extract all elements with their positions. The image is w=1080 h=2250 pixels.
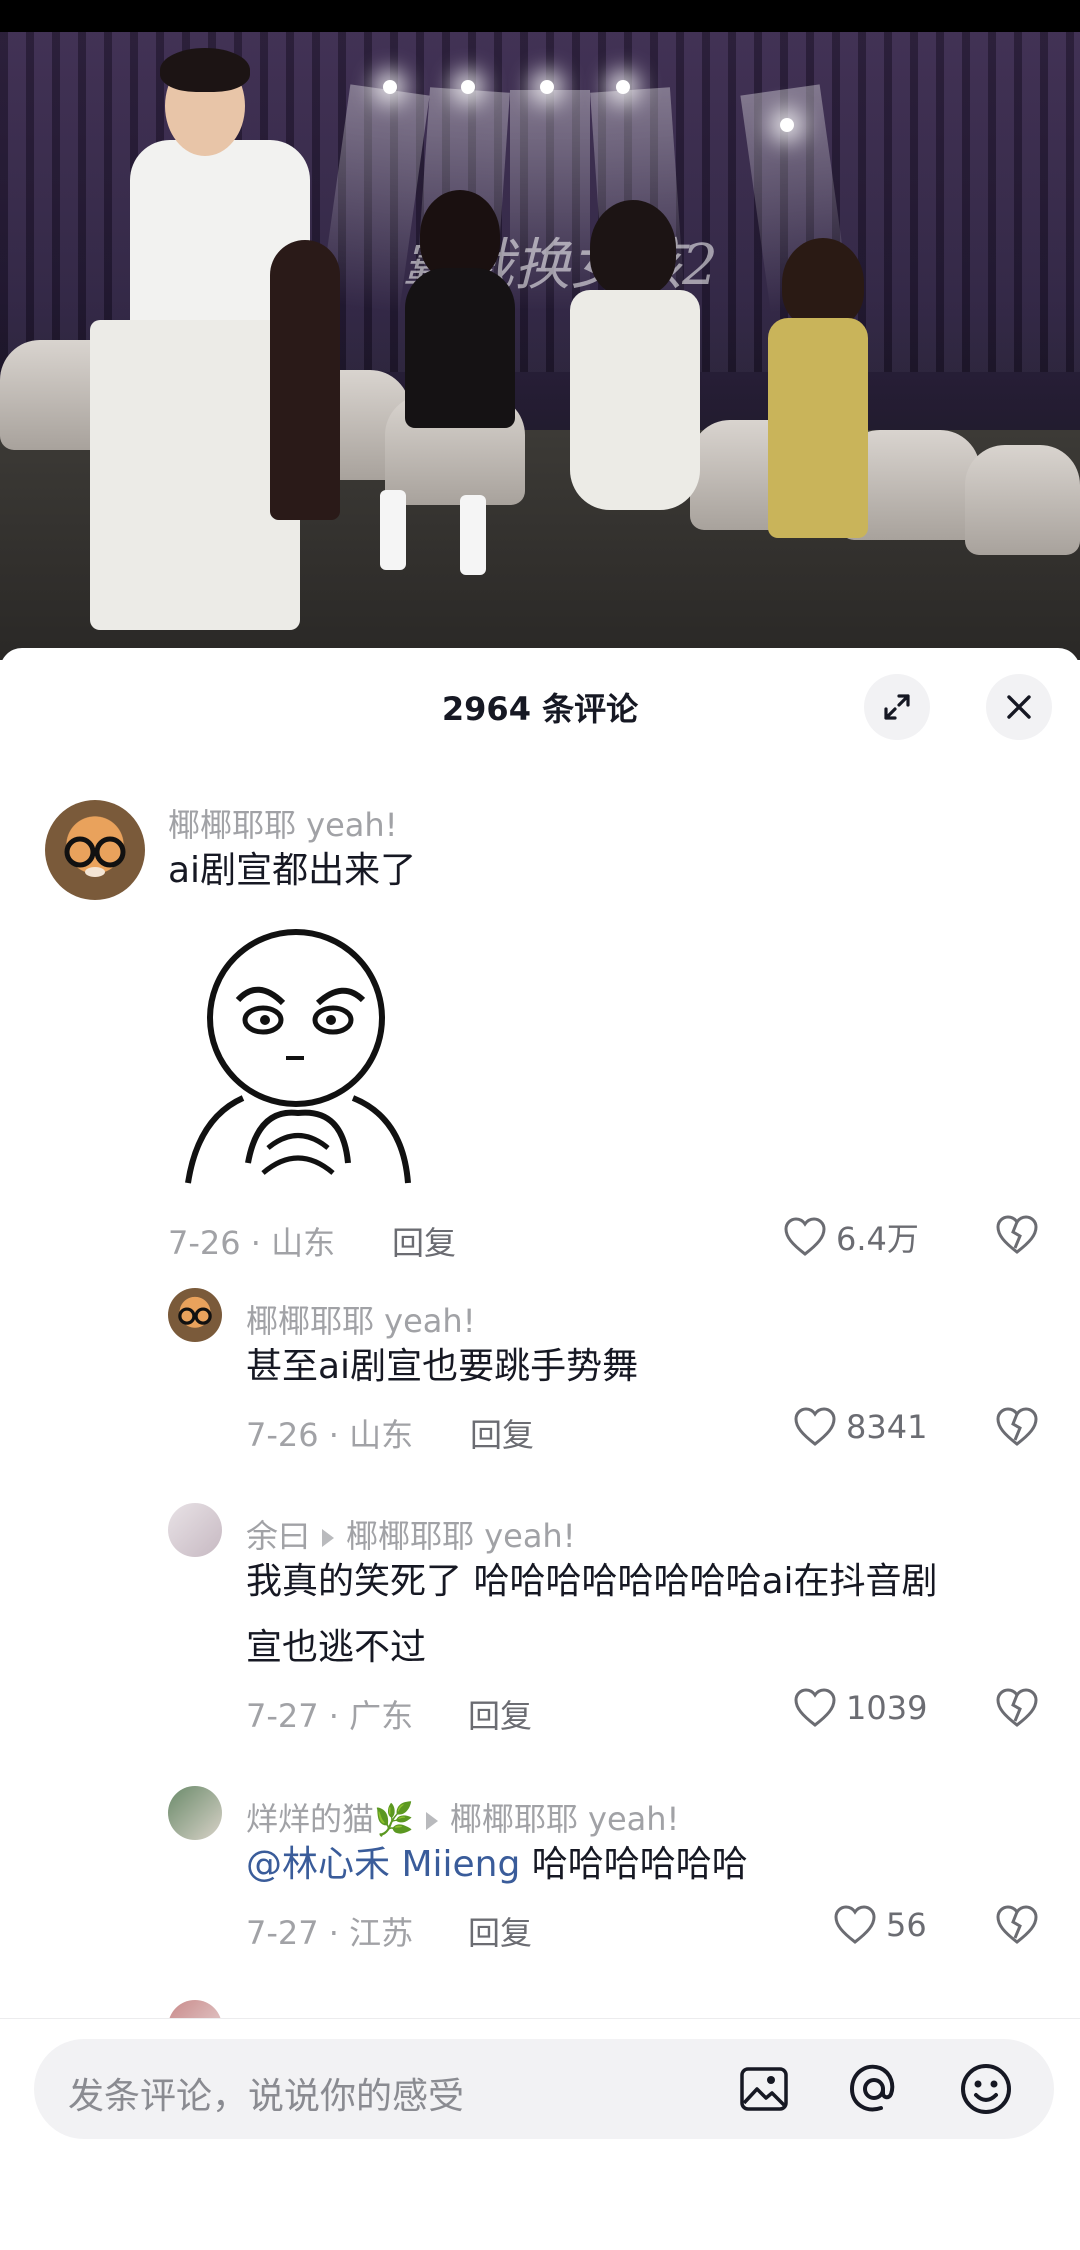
dancer-hair xyxy=(782,238,864,328)
dancer-black-dress xyxy=(405,268,515,428)
comment-date-location: 7-27 · 江苏 xyxy=(246,1914,414,1952)
broken-heart-icon xyxy=(996,1688,1038,1727)
comment-sticker-image[interactable] xyxy=(168,908,448,1188)
reply-button[interactable]: 回复 xyxy=(468,1691,532,1737)
dislike-button[interactable] xyxy=(994,1904,1040,1950)
heart-icon xyxy=(784,1217,826,1256)
comment-input[interactable]: 发条评论，说说你的感受 xyxy=(34,2039,1054,2139)
comment-text: ai剧宣都出来了 xyxy=(168,850,417,891)
image-button[interactable] xyxy=(736,2061,792,2117)
video-player[interactable]: 霸裁换女孩2 xyxy=(0,0,1080,660)
dancer-hair xyxy=(160,48,250,92)
dancer-background xyxy=(270,240,340,520)
cat-glasses-avatar-icon xyxy=(178,1307,212,1325)
reply-arrow-icon xyxy=(322,1529,335,1547)
like-count: 56 xyxy=(886,1906,927,1944)
reply-item: 椰椰耶耶 yeah! 甚至ai剧宣也要跳手势舞 7-26 · 山东 回复 834… xyxy=(0,1288,1080,1488)
smiley-icon xyxy=(961,2064,1011,2114)
stage-spotlight xyxy=(461,80,475,94)
sticker-face-icon xyxy=(185,929,411,1184)
stage-spotlight xyxy=(616,80,630,94)
like-count: 8341 xyxy=(846,1408,928,1446)
comment-text: 宣也逃不过 xyxy=(246,1627,427,1668)
dancer-yellow-dress xyxy=(768,318,868,538)
avatar[interactable] xyxy=(45,800,145,900)
dislike-button[interactable] xyxy=(994,1687,1040,1733)
dancer-boot xyxy=(460,495,486,575)
emoji-button[interactable] xyxy=(958,2061,1014,2117)
reply-button[interactable]: 回复 xyxy=(470,1410,534,1456)
stage-spotlight xyxy=(540,80,554,94)
user-mention-link[interactable]: @林心禾 Miieng xyxy=(246,1844,520,1885)
expand-button[interactable] xyxy=(864,674,930,740)
mention-button[interactable] xyxy=(846,2061,902,2117)
dancer-hair xyxy=(590,200,676,296)
comment-text-line: @林心禾 Miieng 哈哈哈哈哈哈 xyxy=(246,1832,748,1898)
broken-heart-icon xyxy=(996,1905,1038,1944)
dancer-boot xyxy=(380,490,406,570)
comment-sheet: 2964 条评论 椰椰耶耶 yeah! ai剧宣都出来了 7-26 · 山东 回… xyxy=(0,648,1080,2250)
expand-icon xyxy=(884,694,910,720)
heart-icon xyxy=(794,1407,836,1446)
chair xyxy=(965,445,1080,555)
stage-spotlight xyxy=(383,80,397,94)
image-icon xyxy=(740,2067,788,2111)
comment-item: 椰椰耶耶 yeah! ai剧宣都出来了 7-26 · 山东 回复 6.4万 xyxy=(0,788,1080,1348)
comment-input-placeholder: 发条评论，说说你的感受 xyxy=(68,2076,465,2117)
reply-item: 余曰 椰椰耶耶 yeah! 我真的笑死了 哈哈哈哈哈哈哈哈ai在抖音剧 宣也逃不过… xyxy=(0,1503,1080,1773)
broken-heart-icon xyxy=(996,1215,1038,1254)
avatar[interactable] xyxy=(168,1503,222,1557)
dislike-button[interactable] xyxy=(994,1406,1040,1452)
comment-date-location: 7-26 · 山东 xyxy=(246,1416,414,1454)
broken-heart-icon xyxy=(996,1407,1038,1446)
dancer-white-dress xyxy=(570,290,700,510)
like-button[interactable]: 8341 xyxy=(792,1406,927,1448)
like-count: 1039 xyxy=(846,1689,928,1727)
at-sign-icon xyxy=(849,2064,895,2112)
avatar[interactable] xyxy=(168,1786,222,1840)
heart-icon xyxy=(834,1905,876,1944)
close-button[interactable] xyxy=(986,674,1052,740)
comment-date-location: 7-27 · 广东 xyxy=(246,1697,414,1735)
comment-text: 我真的笑死了 哈哈哈哈哈哈哈哈ai在抖音剧 xyxy=(246,1561,938,1602)
comment-date-location: 7-26 · 山东 xyxy=(168,1224,336,1262)
comment-sheet-header: 2964 条评论 xyxy=(0,648,1080,758)
close-icon xyxy=(1007,695,1031,719)
dancer-hair xyxy=(420,190,500,280)
comment-text: 哈哈哈哈哈哈 xyxy=(520,1844,748,1885)
dislike-button[interactable] xyxy=(994,1214,1040,1260)
dancer-man-legs xyxy=(90,320,300,630)
heart-icon xyxy=(794,1688,836,1727)
reply-button[interactable]: 回复 xyxy=(392,1218,456,1264)
cat-glasses-avatar-icon xyxy=(64,836,126,877)
like-count: 6.4万 xyxy=(836,1220,919,1258)
reply-item: 烊烊的猫🌿 椰椰耶耶 yeah! @林心禾 Miieng 哈哈哈哈哈哈 7-27 … xyxy=(0,1786,1080,1986)
comment-text: 甚至ai剧宣也要跳手势舞 xyxy=(246,1346,639,1387)
comment-input-bar: 发条评论，说说你的感受 xyxy=(0,2018,1080,2250)
stage-spotlight xyxy=(780,118,794,132)
like-button[interactable]: 6.4万 xyxy=(782,1214,919,1260)
like-button[interactable]: 1039 xyxy=(792,1687,927,1729)
reply-button[interactable]: 回复 xyxy=(468,1908,532,1954)
like-button[interactable]: 56 xyxy=(832,1904,927,1946)
avatar[interactable] xyxy=(168,1288,222,1342)
reply-arrow-icon xyxy=(425,1812,438,1830)
